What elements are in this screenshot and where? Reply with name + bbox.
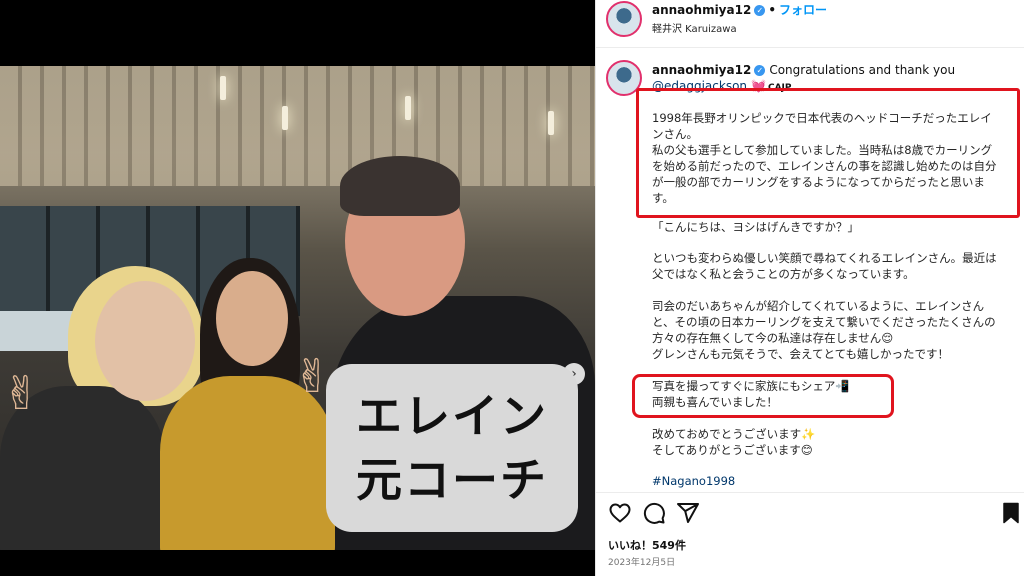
caption-first-line: Congratulations and thank you — [769, 63, 956, 77]
header-user-line: annaohmiya12 ✓ • フォロー — [652, 1, 827, 18]
person-right-hair — [340, 156, 460, 216]
separator: • — [768, 3, 776, 17]
person-left-face — [95, 281, 195, 401]
heart-icon[interactable] — [608, 501, 632, 525]
bookmark-icon[interactable] — [999, 501, 1023, 525]
caption-paragraph: といつも変わらぬ優しい笑顔で尋ねてくれるエレインさん。最近は父ではなく私と会うこ… — [652, 251, 997, 281]
photo-panel: ✌ ✌ › エレイン 元コーチ — [0, 0, 595, 576]
ceiling — [0, 66, 595, 186]
verified-icon: ✓ — [754, 5, 766, 16]
caption-paragraph: 改めておめでとうございます✨ そしてありがとうございます😊 — [652, 427, 816, 457]
follow-button[interactable]: フォロー — [779, 3, 827, 17]
ceiling-lamp — [220, 76, 226, 100]
caption-paragraph: 司会のだいあちゃんが紹介してくれているように、エレインさんと、その頃の日本カーリ… — [652, 299, 996, 361]
avatar[interactable] — [606, 1, 642, 37]
post-header: annaohmiya12 ✓ • フォロー 軽井沢 Karuizawa — [596, 0, 1024, 48]
comment-icon[interactable] — [642, 501, 666, 525]
caption-area: annaohmiya12 ✓ Congratulations and thank y… — [596, 48, 1024, 488]
caption-username[interactable]: annaohmiya12 — [652, 63, 751, 77]
caption-line-role: 元コーチ — [356, 453, 548, 507]
likes-count[interactable]: いいね！549件 — [608, 537, 686, 553]
caption-overlay: エレイン 元コーチ — [326, 364, 578, 532]
ceiling-lamp — [282, 106, 288, 130]
hashtag-link[interactable]: #Nagano1998 — [652, 474, 735, 488]
highlight-box — [632, 374, 894, 418]
ceiling-lamp — [405, 96, 411, 120]
caption-line-name: エレイン — [356, 389, 548, 443]
highlight-box — [636, 88, 1020, 218]
action-bar — [596, 492, 1024, 532]
instagram-panel: annaohmiya12 ✓ • フォロー 軽井沢 Karuizawa annaohm… — [595, 0, 1024, 576]
caption-paragraph: 「こんにちは、ヨシはげんきですか？」 — [652, 220, 859, 234]
ceiling-lamp — [548, 111, 554, 135]
post-date: 2023年12月5日 — [608, 558, 676, 568]
caption-user-line: annaohmiya12 ✓ Congratulations and thank y… — [652, 63, 955, 77]
share-icon[interactable] — [676, 501, 700, 525]
peace-sign-hand: ✌ — [2, 366, 41, 420]
location-link[interactable]: 軽井沢 Karuizawa — [652, 20, 737, 35]
person-middle-face — [216, 271, 288, 366]
verified-icon: ✓ — [754, 65, 766, 76]
header-username[interactable]: annaohmiya12 — [652, 3, 751, 17]
